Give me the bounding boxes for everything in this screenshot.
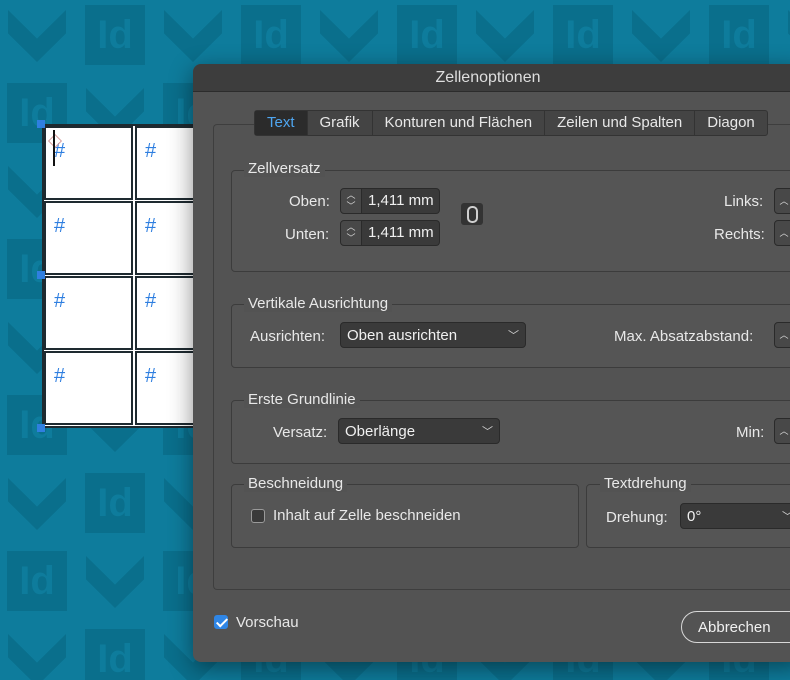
id-logo-tile: Id	[232, 0, 310, 74]
drehung-value: 0°	[687, 507, 702, 525]
chevron-down-icon: ﹀	[346, 233, 356, 243]
id-logo-icon: Id	[85, 629, 145, 680]
selection-handle-bottom-left[interactable]	[37, 424, 45, 432]
min-label: Min:	[736, 424, 765, 441]
cell-marker: #	[145, 290, 157, 312]
chevron-up-icon: ︿	[779, 425, 789, 436]
drehung-select[interactable]: 0° ﹀	[680, 503, 790, 529]
id-logo-tile: Id	[700, 0, 778, 74]
chevron-up-icon: ︿	[779, 227, 789, 238]
drehung-label: Drehung:	[606, 509, 668, 526]
oben-field: ︿ ﹀ 1,411 mm	[340, 188, 440, 214]
ausrichten-value: Oben ausrichten	[347, 326, 458, 344]
chevron-down-icon: ﹀	[346, 201, 356, 211]
table-cell[interactable]: #	[44, 351, 133, 425]
chevron-tile	[778, 0, 790, 74]
id-logo-icon: Id	[85, 473, 145, 533]
max-absatzabstand-spinner[interactable]: ︿	[774, 322, 790, 348]
rechts-spinner[interactable]: ︿	[774, 220, 790, 246]
cell-marker: #	[54, 290, 66, 312]
id-logo-icon: Id	[241, 5, 301, 65]
id-logo-tile: Id	[76, 464, 154, 542]
link-icon[interactable]	[461, 203, 483, 225]
cancel-button[interactable]: Abbrechen	[681, 611, 790, 643]
dialog-title: Zellenoptionen	[193, 64, 790, 92]
versatz-label: Versatz:	[273, 424, 328, 441]
unten-spinner[interactable]: ︿ ﹀	[340, 220, 362, 246]
unten-label: Unten:	[285, 226, 330, 243]
chevron-up-icon: ︿	[779, 329, 789, 340]
unten-input[interactable]: 1,411 mm	[362, 220, 440, 246]
chevron-tile	[622, 0, 700, 74]
id-logo-tile: Id	[76, 620, 154, 680]
tab-zeilen-und-spalten[interactable]: Zeilen und Spalten	[545, 111, 696, 135]
oben-spinner[interactable]: ︿ ﹀	[340, 188, 362, 214]
max-absatzabstand-label: Max. Absatzabstand:	[614, 328, 754, 345]
vorschau-checkbox[interactable]	[214, 615, 228, 629]
id-logo-tile: Id	[388, 0, 466, 74]
chevron-tile	[310, 0, 388, 74]
chevron-down-icon: ﹀	[482, 426, 493, 438]
id-logo-icon: Id	[397, 5, 457, 65]
oben-label: Oben:	[289, 193, 330, 210]
chevron-tile	[466, 0, 544, 74]
chevron-tile	[0, 464, 76, 542]
min-spinner[interactable]: ︿	[774, 418, 790, 444]
chevron-down-icon: ﹀	[508, 330, 519, 342]
cell-marker: #	[54, 365, 66, 387]
erste-grundlinie-title: Erste Grundlinie	[244, 391, 360, 408]
table-cell[interactable]: #	[44, 276, 133, 350]
id-logo-icon: Id	[709, 5, 769, 65]
id-logo-tile: Id	[544, 0, 622, 74]
cell-marker: #	[54, 215, 66, 237]
id-logo-icon: Id	[85, 5, 145, 65]
tab-bar: Text Grafik Konturen und Flächen Zeilen …	[254, 110, 768, 136]
beschneiden-checkbox[interactable]	[251, 509, 265, 523]
chevron-tile	[0, 620, 76, 680]
id-logo-tile: Id	[76, 0, 154, 74]
selection-handle-top-left[interactable]	[37, 120, 45, 128]
cell-marker: #	[145, 140, 157, 162]
beschneidung-title: Beschneidung	[244, 475, 348, 492]
table-cell[interactable]: #	[44, 201, 133, 275]
tab-text[interactable]: Text	[255, 111, 308, 135]
rechts-label: Rechts:	[714, 226, 765, 243]
links-label: Links:	[724, 193, 764, 210]
text-cursor	[53, 130, 55, 166]
chevron-tile	[0, 0, 76, 74]
selection-handle-middle-left[interactable]	[37, 271, 45, 279]
links-spinner[interactable]: ︿	[774, 188, 790, 214]
chevron-up-icon: ︿	[346, 190, 356, 200]
tab-diagonal[interactable]: Diagon	[695, 111, 767, 135]
zellversatz-group	[231, 170, 790, 272]
cell-marker: #	[145, 365, 157, 387]
beschneiden-label[interactable]: Inhalt auf Zelle beschneiden	[273, 507, 461, 524]
chevron-tile	[154, 0, 232, 74]
chevron-down-icon: ﹀	[782, 508, 790, 524]
unten-field: ︿ ﹀ 1,411 mm	[340, 220, 440, 246]
id-logo-tile: Id	[0, 542, 76, 620]
vorschau-label[interactable]: Vorschau	[236, 614, 299, 631]
id-logo-icon: Id	[7, 551, 67, 611]
ausrichten-select[interactable]: Oben ausrichten ﹀	[340, 322, 526, 348]
chevron-up-icon: ︿	[346, 222, 356, 232]
cell-options-dialog: Zellenoptionen Text Grafik Konturen und …	[193, 64, 790, 662]
vertikale-ausrichtung-title: Vertikale Ausrichtung	[244, 295, 393, 312]
oben-input[interactable]: 1,411 mm	[362, 188, 440, 214]
chevron-up-icon: ︿	[779, 195, 789, 206]
ausrichten-label: Ausrichten:	[250, 328, 326, 345]
versatz-select[interactable]: Oberlänge ﹀	[338, 418, 500, 444]
id-logo-icon: Id	[553, 5, 613, 65]
chevron-tile	[76, 542, 154, 620]
textdrehung-title: Textdrehung	[600, 475, 691, 492]
tab-grafik[interactable]: Grafik	[308, 111, 373, 135]
cell-marker: #	[145, 215, 157, 237]
tab-konturen-und-flaechen[interactable]: Konturen und Flächen	[373, 111, 546, 135]
zellversatz-title: Zellversatz	[244, 160, 325, 177]
versatz-value: Oberlänge	[345, 422, 416, 440]
